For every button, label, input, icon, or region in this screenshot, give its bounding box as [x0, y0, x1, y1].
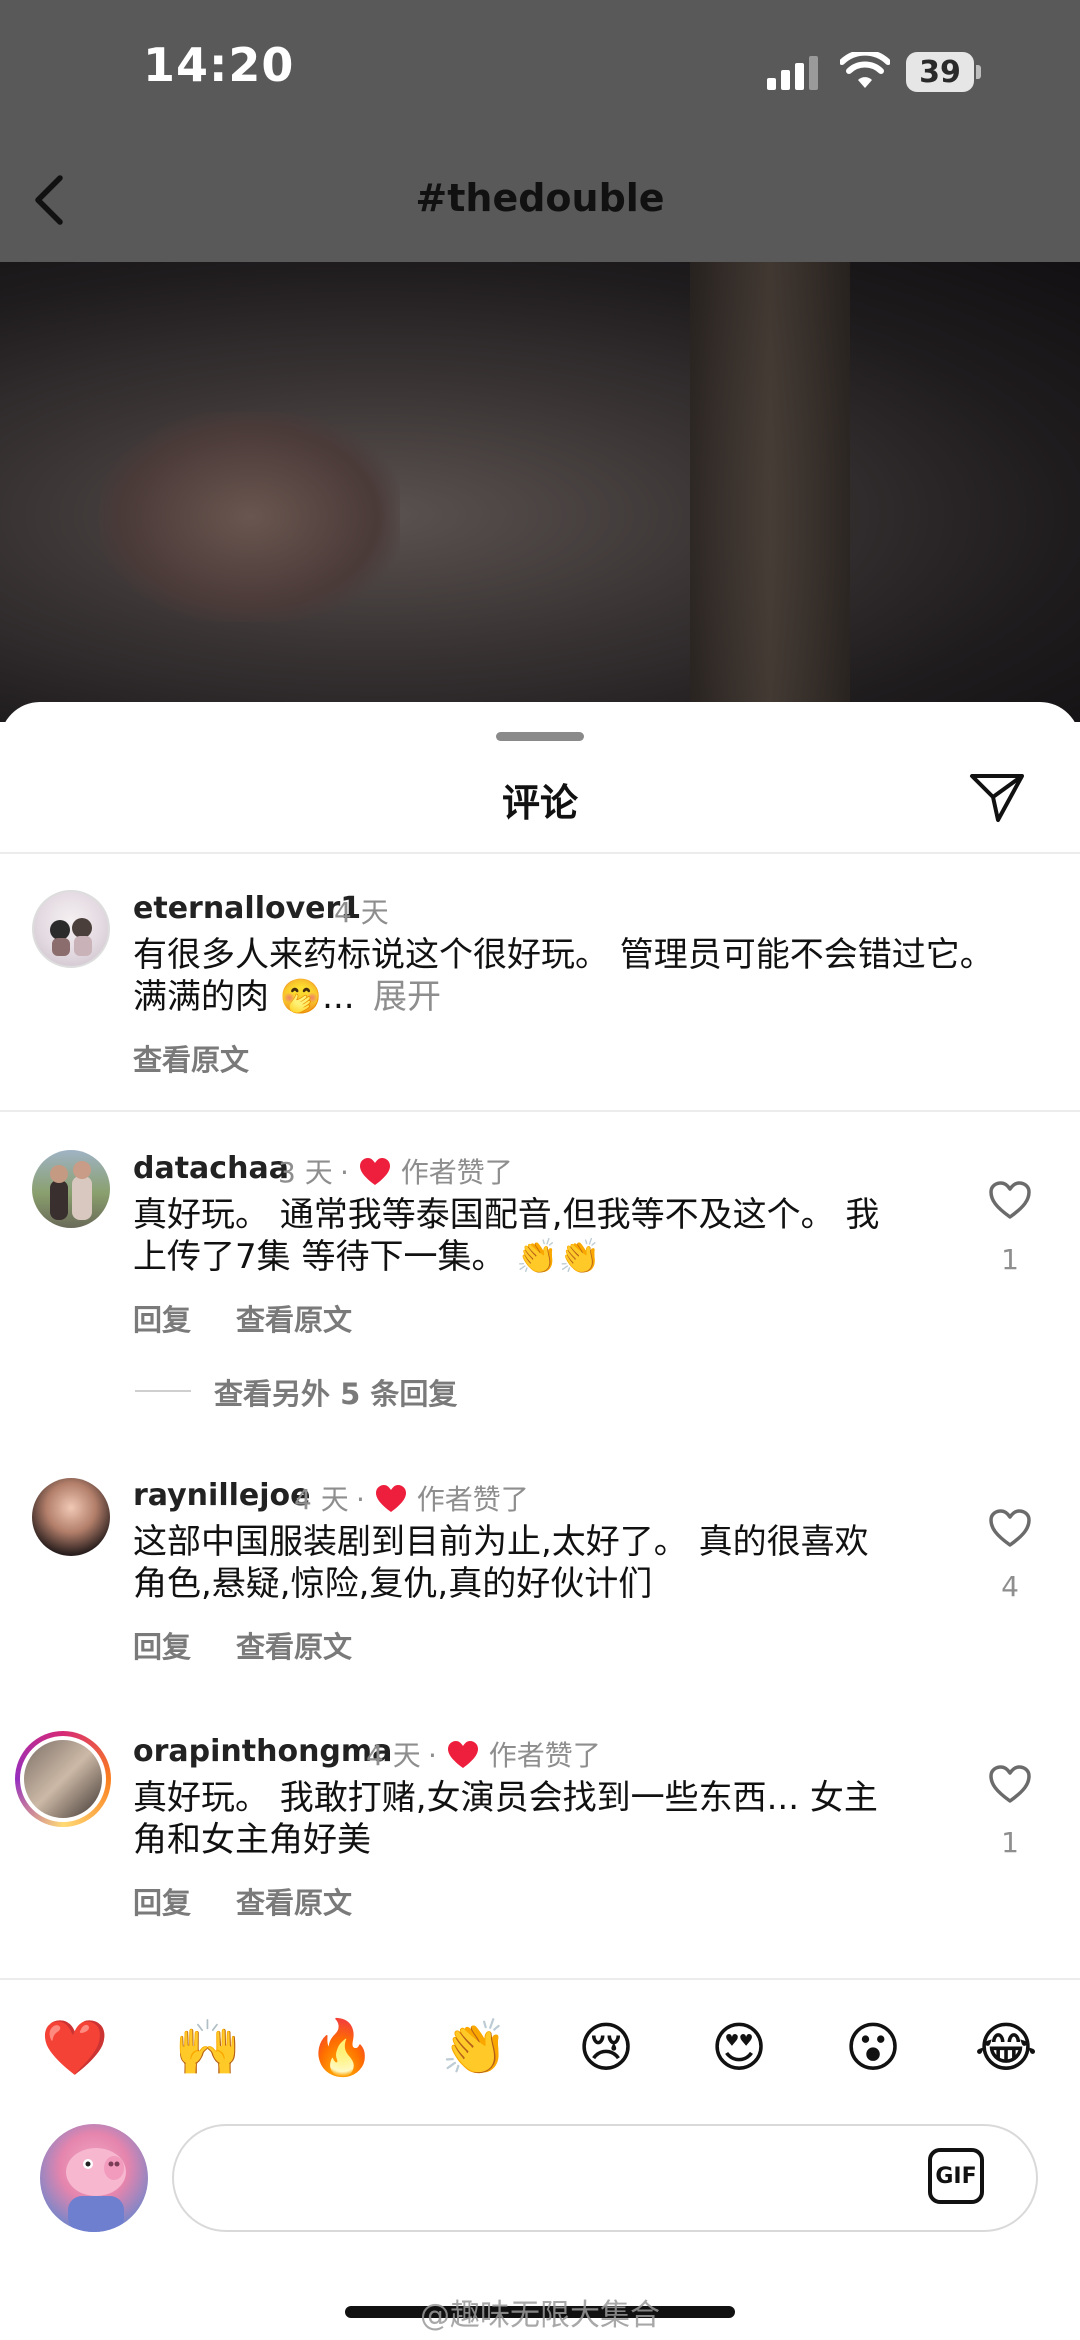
reply-button[interactable]: 回复	[133, 1297, 191, 1339]
see-original-button[interactable]: 查看原文	[236, 1880, 352, 1922]
comment-time: 4 天	[334, 896, 389, 929]
heart-filled-icon	[359, 1158, 390, 1185]
like-count: 1	[1001, 1826, 1019, 1859]
liked-by-author-label: 作者赞了	[488, 1739, 601, 1772]
like-count: 1	[1001, 1243, 1019, 1276]
comment-username[interactable]: datachaa	[133, 1151, 289, 1186]
see-original-button[interactable]: 查看原文	[236, 1624, 352, 1666]
avatar[interactable]	[32, 890, 110, 968]
comment-text-line: 真好玩。 我敢打赌,女演员会找到一些东西... 女主	[133, 1778, 878, 1818]
avatar[interactable]	[20, 1736, 106, 1822]
comment-username[interactable]: eternallover1	[133, 891, 361, 926]
video-scene-hand	[100, 412, 400, 622]
battery-indicator: 39	[906, 52, 982, 92]
comment-username[interactable]: raynillejoe	[133, 1478, 310, 1513]
sheet-grabber[interactable]	[496, 732, 584, 741]
gif-button[interactable]: GIF	[928, 2148, 984, 2204]
see-original-button[interactable]: 查看原文	[133, 1037, 249, 1079]
comment-username[interactable]: orapinthongma	[133, 1734, 392, 1769]
liked-by-author: · 作者赞了	[340, 1156, 513, 1189]
comment-time: 4 天	[294, 1483, 349, 1516]
comment-text-line: 角和女主角好美	[133, 1820, 371, 1860]
comment-time: 4 天	[366, 1739, 421, 1772]
comment-text-line: 满满的肉 🤭...	[133, 977, 355, 1017]
cellular-signal-icon	[767, 56, 818, 90]
comment-text-line: 角色,悬疑,惊险,复仇,真的好伙计们	[133, 1564, 653, 1604]
liked-by-author-label: 作者赞了	[400, 1156, 513, 1189]
avatar[interactable]	[32, 1150, 110, 1228]
emoji-raised-hands-button[interactable]: 🙌	[174, 2016, 241, 2080]
comment-time: 3 天	[278, 1156, 333, 1189]
comment-text-line: 真好玩。 通常我等泰国配音,但我等不及这个。 我	[133, 1195, 880, 1235]
battery-tip	[976, 65, 981, 79]
comment-text-line: 有很多人来药标说这个很好玩。 管理员可能不会错过它。	[133, 935, 994, 975]
divider	[0, 1110, 1080, 1112]
liked-by-author-label: 作者赞了	[416, 1483, 529, 1516]
emoji-heart-button[interactable]: ❤️	[41, 2016, 108, 2080]
emoji-clap-button[interactable]: 👏	[441, 2016, 508, 2080]
sheet-title: 评论	[501, 781, 578, 825]
heart-outline-icon[interactable]	[988, 1180, 1032, 1220]
reply-button[interactable]: 回复	[133, 1624, 191, 1666]
liked-by-author: · 作者赞了	[356, 1483, 529, 1516]
heart-filled-icon	[447, 1741, 478, 1768]
like-count: 4	[1001, 1570, 1019, 1603]
emoji-laughing-button[interactable]: 😂	[974, 2016, 1038, 2080]
emoji-surprised-button[interactable]: 😮	[841, 2016, 905, 2080]
heart-outline-icon[interactable]	[988, 1508, 1032, 1548]
divider	[0, 852, 1080, 854]
view-more-replies[interactable]: 查看另外 5 条回复	[214, 1371, 457, 1413]
reply-button[interactable]: 回复	[133, 1880, 191, 1922]
divider	[0, 1978, 1080, 1980]
page-title: #thedouble	[415, 176, 665, 220]
battery-level: 39	[906, 52, 974, 92]
see-original-button[interactable]: 查看原文	[236, 1297, 352, 1339]
status-time: 14:20	[143, 38, 295, 92]
watermark: @趣味无限大集合	[420, 2298, 660, 2333]
replies-divider	[135, 1390, 191, 1392]
comment-input[interactable]	[210, 2157, 970, 2197]
emoji-heart-eyes-button[interactable]: 😍	[707, 2016, 771, 2080]
my-avatar[interactable]	[40, 2124, 148, 2232]
comment-text-line: 这部中国服装剧到目前为止,太好了。 真的很喜欢	[133, 1522, 869, 1562]
comment-text-line: 上传了7集 等待下一集。 👏👏	[133, 1237, 601, 1277]
video-frame[interactable]	[0, 262, 1080, 722]
heart-filled-icon	[375, 1485, 406, 1512]
emoji-fire-button[interactable]: 🔥	[308, 2016, 375, 2080]
emoji-crying-button[interactable]: 😢	[574, 2016, 638, 2080]
avatar[interactable]	[32, 1478, 110, 1556]
expand-link[interactable]: 展开	[373, 977, 441, 1017]
video-scene-armor	[690, 262, 850, 722]
share-send-icon[interactable]	[968, 768, 1026, 826]
heart-outline-icon[interactable]	[988, 1764, 1032, 1804]
wifi-icon	[840, 52, 890, 88]
liked-by-author: · 作者赞了	[428, 1739, 601, 1772]
